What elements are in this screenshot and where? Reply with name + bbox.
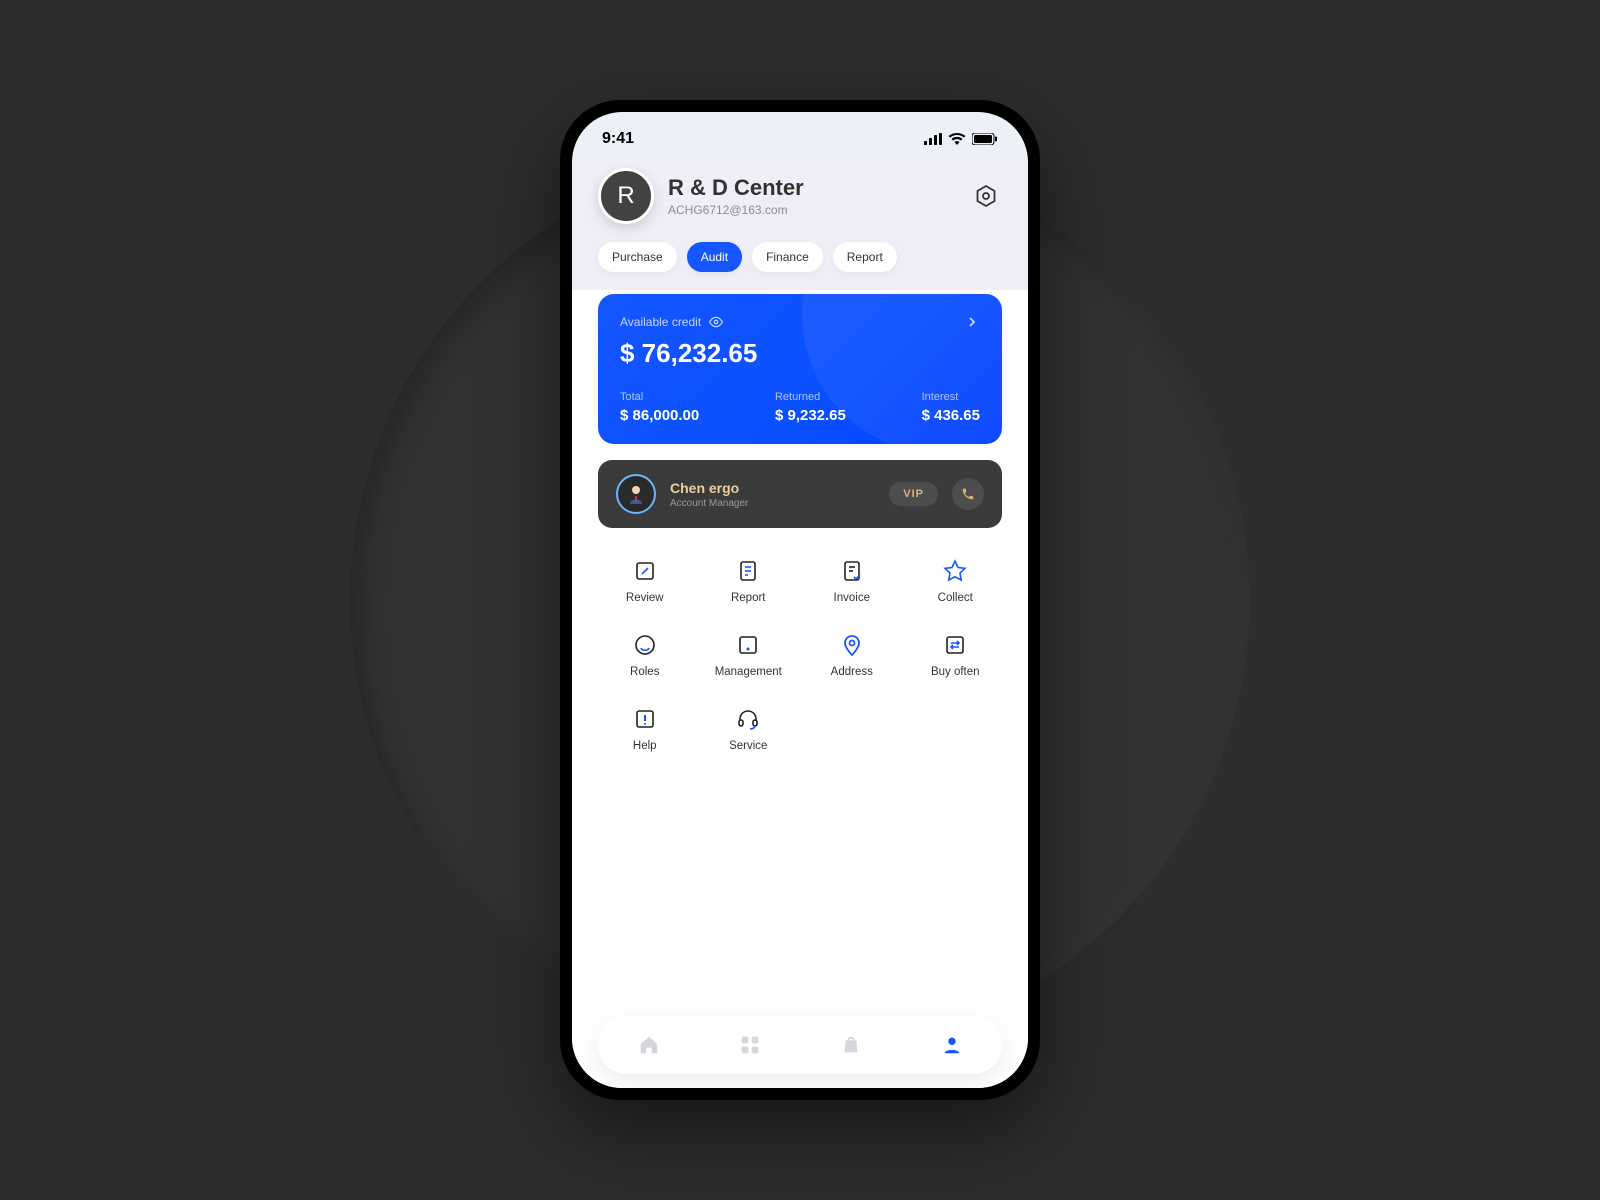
tab-purchase[interactable]: Purchase [598,242,677,272]
eye-icon[interactable] [709,315,723,329]
manager-name: Chen ergo [670,480,875,496]
grid-review[interactable]: Review [598,558,692,604]
wifi-icon [948,133,966,145]
grid-management-label: Management [715,666,782,678]
report-icon [736,559,760,583]
nav-profile[interactable] [938,1031,966,1059]
settings-icon [974,184,998,208]
nav-cart[interactable] [837,1031,865,1059]
credit-total-label: Total [620,391,699,403]
grid-invoice-label: Invoice [834,592,870,604]
bottom-nav [598,1016,1002,1074]
tab-row: Purchase Audit Finance Report [572,224,1028,290]
grid-report-label: Report [731,592,766,604]
credit-card[interactable]: Available credit $ 76,232.65 Total $ 86,… [598,294,1002,444]
grid-roles-label: Roles [630,666,659,678]
status-bar: 9:41 [572,112,1028,156]
credit-returned: Returned $ 9,232.65 [775,391,846,424]
settings-button[interactable] [970,180,1002,212]
grid-service-label: Service [729,740,767,752]
grid-help-label: Help [633,740,657,752]
help-icon [633,707,657,731]
credit-stats: Total $ 86,000.00 Returned $ 9,232.65 In… [620,391,980,424]
credit-label: Available credit [620,315,701,329]
vip-badge: VIP [889,482,938,506]
credit-total: Total $ 86,000.00 [620,391,699,424]
status-icons [924,133,998,145]
header-email: ACHG6712@163.com [668,203,956,217]
manager-role: Account Manager [670,498,875,509]
pin-icon [840,633,864,657]
credit-returned-value: $ 9,232.65 [775,407,846,424]
grid-address-label: Address [831,666,873,678]
credit-interest-value: $ 436.65 [922,407,980,424]
credit-top: Available credit [620,314,980,330]
headset-icon [736,707,760,731]
star-icon [943,559,967,583]
management-icon [736,633,760,657]
swap-icon [943,633,967,657]
nav-apps[interactable] [736,1031,764,1059]
grid-report[interactable]: Report [702,558,796,604]
grid-collect[interactable]: Collect [909,558,1003,604]
credit-interest-label: Interest [922,391,980,403]
grid-collect-label: Collect [938,592,973,604]
credit-total-value: $ 86,000.00 [620,407,699,424]
review-icon [633,559,657,583]
manager-avatar [616,474,656,514]
grid-buy-often-label: Buy often [931,666,980,678]
person-icon [624,482,648,506]
manager-card[interactable]: Chen ergo Account Manager VIP [598,460,1002,528]
page-title: R & D Center [668,175,956,201]
grid-review-label: Review [626,592,664,604]
phone-frame: 9:41 R R & D Center ACHG6712@163.com Pur… [560,100,1040,1100]
user-icon [941,1034,963,1056]
grid-help[interactable]: Help [598,706,692,752]
invoice-icon [840,559,864,583]
roles-icon [633,633,657,657]
profile-header: R R & D Center ACHG6712@163.com [572,156,1028,224]
tab-report[interactable]: Report [833,242,897,272]
grid-icon [740,1035,760,1055]
nav-home[interactable] [635,1031,663,1059]
avatar-letter: R [617,182,634,210]
bag-icon [840,1034,862,1056]
content-area: Available credit $ 76,232.65 Total $ 86,… [572,290,1028,1088]
grid-buy-often[interactable]: Buy often [909,632,1003,678]
signal-icon [924,133,942,145]
call-button[interactable] [952,478,984,510]
header-text: R & D Center ACHG6712@163.com [668,175,956,217]
phone-screen: 9:41 R R & D Center ACHG6712@163.com Pur… [572,112,1028,1088]
grid-address[interactable]: Address [805,632,899,678]
tab-finance[interactable]: Finance [752,242,823,272]
battery-icon [972,133,998,145]
tab-audit[interactable]: Audit [687,242,742,272]
manager-text: Chen ergo Account Manager [670,480,875,509]
status-time: 9:41 [602,130,634,148]
avatar[interactable]: R [598,168,654,224]
grid-roles[interactable]: Roles [598,632,692,678]
grid-management[interactable]: Management [702,632,796,678]
grid-service[interactable]: Service [702,706,796,752]
credit-amount: $ 76,232.65 [620,338,980,369]
phone-icon [961,487,975,501]
credit-returned-label: Returned [775,391,846,403]
grid-invoice[interactable]: Invoice [805,558,899,604]
feature-grid: Review Report Invoice Collect Roles [598,558,1002,752]
credit-interest: Interest $ 436.65 [922,391,980,424]
home-icon [638,1034,660,1056]
chevron-right-icon[interactable] [964,314,980,330]
credit-label-row: Available credit [620,315,723,329]
